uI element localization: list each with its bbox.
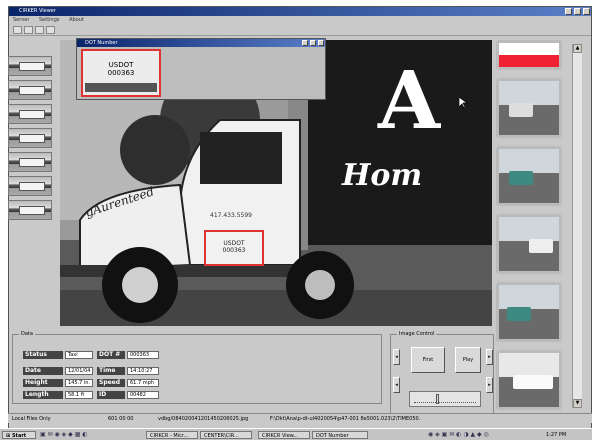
- field-label: ID: [97, 391, 125, 399]
- left-thumbnail[interactable]: [8, 128, 52, 148]
- window-title: CIRKER Viewer: [19, 8, 56, 14]
- menu-settings[interactable]: Settings: [39, 17, 60, 23]
- title-bar: CIRKER Viewer: [9, 7, 591, 16]
- next-arrow-icon[interactable]: ▸: [486, 377, 493, 393]
- frame-slider[interactable]: [409, 391, 481, 407]
- right-thumbnail[interactable]: [496, 146, 562, 206]
- field-label: DOT #: [97, 351, 125, 359]
- taskbar-item[interactable]: CENTER\CIR...: [200, 431, 252, 439]
- field-label: Date: [23, 367, 63, 375]
- toolbar-button-1[interactable]: [13, 26, 22, 34]
- toolbar-button-2[interactable]: [24, 26, 33, 34]
- field-label: Status: [23, 351, 63, 359]
- popup-title: DOT Number: [85, 40, 118, 46]
- status-bar: Local Files Only 601 00 00 vdbg/08402004…: [8, 413, 592, 423]
- popup-plate-line-2: 000363: [107, 69, 135, 77]
- scroll-up-icon[interactable]: ▲: [573, 44, 582, 53]
- start-button[interactable]: ⊞ Start: [2, 431, 36, 439]
- field-value: Taxi: [65, 351, 93, 359]
- next-arrow-icon[interactable]: ▸: [486, 349, 493, 365]
- taskbar-item[interactable]: CIRKCR View...: [258, 431, 310, 439]
- trailer-letter: A: [378, 53, 441, 147]
- field-value: 000363: [127, 351, 159, 359]
- right-thumbnail[interactable]: [496, 78, 562, 138]
- menu-server[interactable]: Server: [13, 17, 29, 23]
- menu-about[interactable]: About: [69, 17, 84, 23]
- popup-minimize-button[interactable]: [302, 40, 308, 46]
- quick-launch-icons[interactable]: ▣ ✉ ◉ ◈ ◆ ▦ ◐: [40, 431, 140, 439]
- plate-line-2: 000363: [222, 247, 246, 254]
- system-tray-icons[interactable]: ◉ ◈ ▣ ✉ ◐ ◑ ▲ ◆ ◎: [428, 431, 538, 439]
- minimize-button[interactable]: [565, 8, 572, 15]
- popup-maximize-button[interactable]: [310, 40, 316, 46]
- left-thumbnail[interactable]: [8, 104, 52, 124]
- right-thumbnail[interactable]: [496, 350, 562, 410]
- plate-highlight-box: USDOT 000363: [204, 230, 264, 266]
- field-label: Time: [97, 367, 125, 375]
- scroll-down-icon[interactable]: ▼: [573, 399, 582, 408]
- slider-thumb[interactable]: [436, 394, 439, 404]
- status-path: F:\Dkt\Ana\p-dt-ul4020054\p47-001 8e5001…: [270, 416, 420, 422]
- taskbar-item[interactable]: CIRKCR - Micr...: [146, 431, 198, 439]
- data-panel: Data Status Taxi DOT # 000363 Date 12/01…: [12, 331, 382, 404]
- field-value: 145.7 in.: [65, 379, 93, 387]
- right-thumbnail[interactable]: [496, 40, 562, 70]
- field-label: Speed: [97, 379, 125, 387]
- popup-plate-line-1: USDOT: [108, 61, 134, 69]
- status-filename: vdbg/084020041201450206025.jpg: [158, 416, 249, 422]
- left-thumbnail[interactable]: [8, 200, 52, 220]
- popup-close-button[interactable]: [318, 40, 324, 46]
- right-thumbnail[interactable]: [496, 282, 562, 342]
- field-value: 00482: [127, 391, 159, 399]
- truck-phone-text: 417.433.5599: [210, 212, 252, 219]
- windows-logo-icon: ⊞: [6, 433, 11, 439]
- thumbnail-scrollbar[interactable]: ▲ ▼: [572, 44, 582, 408]
- image-control-title: Image Control: [397, 331, 437, 337]
- mouse-cursor-icon: [459, 97, 467, 109]
- taskbar-item[interactable]: DOT Number: [312, 431, 368, 439]
- prev-arrow-icon[interactable]: ◂: [393, 349, 400, 365]
- field-value: 61.7 mph: [127, 379, 159, 387]
- status-mode: Local Files Only: [12, 416, 51, 422]
- toolbar-button-4[interactable]: [46, 26, 55, 34]
- status-counter: 601 00 00: [108, 416, 134, 422]
- left-thumbnail[interactable]: [8, 56, 52, 76]
- toolbar: [9, 24, 591, 36]
- field-label: Height: [23, 379, 63, 387]
- field-value: 58.1 ft: [65, 391, 93, 399]
- image-control-panel: Image Control ◂ ◂ First Play ▸ ▸: [390, 331, 494, 414]
- field-value: 12/01/04: [65, 367, 93, 375]
- left-thumbnail[interactable]: [8, 176, 52, 196]
- popup-title-bar: DOT Number: [77, 39, 325, 47]
- menu-bar: Server Settings About: [9, 16, 591, 24]
- left-thumbnail[interactable]: [8, 80, 52, 100]
- dot-number-popup[interactable]: DOT Number USDOT 000363: [76, 38, 326, 100]
- close-button[interactable]: [583, 8, 590, 15]
- maximize-button[interactable]: [574, 8, 581, 15]
- first-button[interactable]: First: [411, 347, 445, 373]
- start-label: Start: [11, 433, 27, 439]
- field-label: Length: [23, 391, 63, 399]
- toolbar-button-3[interactable]: [35, 26, 44, 34]
- popup-plate-image: USDOT 000363: [81, 49, 161, 97]
- trailer-word: Hom: [342, 158, 423, 193]
- clock: 1:27 PM: [546, 432, 567, 438]
- prev-arrow-icon[interactable]: ◂: [393, 377, 400, 393]
- field-value: 14:10:27: [127, 367, 159, 375]
- right-thumbnail[interactable]: [496, 214, 562, 274]
- data-panel-title: Data: [19, 331, 35, 337]
- left-thumbnail[interactable]: [8, 152, 52, 172]
- plate-line-1: USDOT: [223, 240, 245, 247]
- taskbar: ⊞ Start ▣ ✉ ◉ ◈ ◆ ▦ ◐ CIRKCR - Micr... C…: [0, 428, 592, 440]
- play-button[interactable]: Play: [455, 347, 481, 373]
